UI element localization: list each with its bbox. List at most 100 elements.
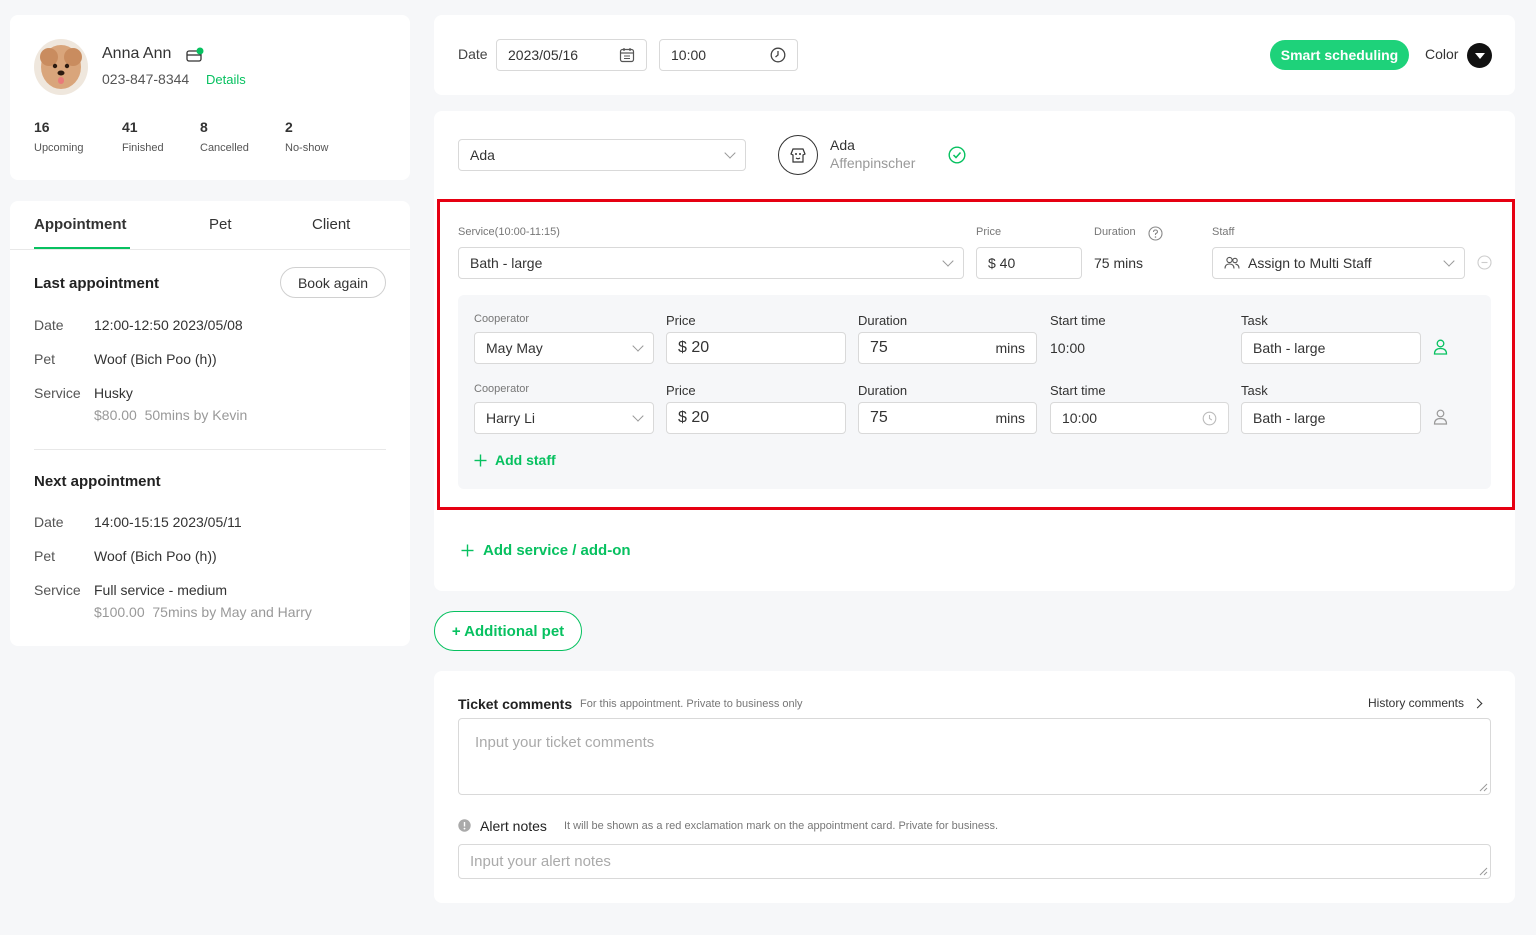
date-label: Date: [458, 46, 488, 62]
service-select-value: Bath - large: [470, 255, 543, 271]
service-price-value: $ 40: [988, 255, 1016, 271]
add-staff-button[interactable]: Add staff: [474, 452, 556, 468]
date-input[interactable]: 2023/05/16: [496, 39, 647, 71]
cooperator-duration-label: Duration: [858, 313, 908, 328]
chevron-down-icon: [942, 255, 954, 267]
history-comments-label: History comments: [1368, 696, 1465, 710]
comments-card: Ticket comments For this appointment. Pr…: [434, 671, 1515, 903]
next-pet-value: Woof (Bich Poo (h)): [94, 548, 217, 564]
next-service-detail: $100.00 75mins by May and Harry: [94, 604, 312, 620]
history-card: Appointment Pet Client Last appointment …: [10, 201, 410, 646]
cooperator-price-label: Price: [666, 383, 696, 398]
last-service-detail: $80.00 50mins by Kevin: [94, 407, 248, 423]
cooperator-duration-value: 75: [870, 339, 888, 356]
color-picker-button[interactable]: [1467, 43, 1492, 68]
cooperator-task-input[interactable]: Bath - large: [1241, 402, 1421, 434]
cooperator-start-label: Start time: [1050, 313, 1106, 328]
schedule-bar: Date 2023/05/16 10:00 Smart scheduling C…: [434, 15, 1515, 95]
service-price-input[interactable]: $ 40: [976, 247, 1082, 279]
stat-noshow-label: No-show: [285, 142, 329, 154]
tab-pet[interactable]: Pet: [209, 216, 232, 233]
add-service-button[interactable]: Add service / add-on: [461, 542, 631, 559]
service-duration-label: Duration: [1094, 226, 1136, 238]
additional-pet-button[interactable]: + Additional pet: [434, 611, 582, 651]
stat-finished-value: 41: [122, 119, 138, 135]
membership-card-icon[interactable]: [186, 47, 204, 63]
stat-cancelled-value: 8: [200, 119, 208, 135]
calendar-icon[interactable]: [619, 47, 635, 63]
details-link[interactable]: Details: [206, 72, 246, 87]
cooperator-task-label: Task: [1241, 313, 1268, 328]
last-appointment-heading: Last appointment: [34, 275, 160, 292]
tab-client[interactable]: Client: [312, 216, 350, 233]
resize-handle-icon[interactable]: [1479, 867, 1488, 876]
service-label: Service(10:00-11:15): [458, 226, 560, 238]
remove-service-icon[interactable]: [1477, 255, 1492, 270]
clock-icon: [1202, 411, 1217, 426]
client-phone: 023-847-8344: [102, 71, 190, 87]
resize-handle-icon[interactable]: [1479, 783, 1488, 792]
next-date-label: Date: [34, 514, 64, 530]
book-again-button[interactable]: Book again: [280, 267, 386, 298]
cooperator-start-input[interactable]: 10:00: [1050, 402, 1229, 434]
cooperator-duration-input[interactable]: 75 mins: [858, 332, 1037, 364]
time-value: 10:00: [671, 47, 707, 63]
chevron-down-icon: [632, 410, 644, 422]
smart-scheduling-button[interactable]: Smart scheduling: [1270, 40, 1409, 70]
cooperator-task-value: Bath - large: [1253, 340, 1326, 356]
time-input[interactable]: 10:00: [659, 39, 798, 71]
add-service-label: Add service / add-on: [483, 542, 631, 559]
cooperator-duration-label: Duration: [858, 383, 908, 398]
clock-icon[interactable]: [770, 47, 786, 63]
chevron-down-icon: [1443, 255, 1455, 267]
stat-noshow-value: 2: [285, 119, 293, 135]
ticket-comments-subtitle: For this appointment. Private to busines…: [580, 698, 803, 710]
ticket-comments-placeholder: Input your ticket comments: [475, 734, 655, 751]
person-icon[interactable]: [1433, 339, 1448, 355]
service-duration-value: 75 mins: [1094, 255, 1144, 271]
ticket-comments-title: Ticket comments: [458, 696, 573, 712]
cooperator-select[interactable]: May May: [474, 332, 654, 364]
alert-info-icon: [458, 819, 471, 832]
cooperator-start-value: 10:00: [1062, 410, 1098, 426]
chevron-down-icon: [724, 147, 736, 159]
cooperator-duration-input[interactable]: 75 mins: [858, 402, 1037, 434]
service-select[interactable]: Bath - large: [458, 247, 964, 279]
last-pet-value: Woof (Bich Poo (h)): [94, 351, 217, 367]
help-icon[interactable]: [1148, 226, 1163, 241]
last-service-value: Husky: [94, 385, 133, 401]
cooperator-price-input[interactable]: $ 20: [666, 402, 846, 434]
cooperator-select[interactable]: Harry Li: [474, 402, 654, 434]
cooperator-price-label: Price: [666, 313, 696, 328]
alert-notes-title: Alert notes: [480, 818, 547, 834]
cooperator-price-input[interactable]: $ 20: [666, 332, 846, 364]
next-pet-label: Pet: [34, 548, 56, 564]
alert-notes-placeholder: Input your alert notes: [470, 853, 611, 870]
person-icon[interactable]: [1433, 409, 1448, 425]
stat-finished-label: Finished: [122, 142, 164, 154]
color-label: Color: [1425, 46, 1459, 62]
cooperator-label: Cooperator: [474, 313, 530, 325]
staff-select-value: Assign to Multi Staff: [1248, 255, 1372, 271]
stat-cancelled-label: Cancelled: [200, 142, 249, 154]
cooperator-duration-value: 75: [870, 409, 888, 426]
cooperator-task-input[interactable]: Bath - large: [1241, 332, 1421, 364]
last-date-label: Date: [34, 317, 64, 333]
alert-notes-textarea[interactable]: Input your alert notes: [458, 844, 1491, 879]
plus-icon: [461, 544, 474, 557]
appointments-divider: [34, 449, 386, 450]
pet-select[interactable]: Ada: [458, 139, 746, 171]
history-comments-link[interactable]: History comments: [1368, 696, 1483, 710]
staff-select[interactable]: Assign to Multi Staff: [1212, 247, 1465, 279]
staff-label: Staff: [1212, 226, 1235, 238]
cooperator-start-label: Start time: [1050, 383, 1106, 398]
client-card: Anna Ann 023-847-8344 Details 16 Upcomin…: [10, 15, 410, 180]
avatar: [34, 39, 88, 95]
ticket-comments-textarea[interactable]: Input your ticket comments: [458, 718, 1491, 795]
last-pet-label: Pet: [34, 351, 56, 367]
alert-notes-subtitle: It will be shown as a red exclamation ma…: [564, 820, 999, 832]
pet-breed: Affenpinscher: [830, 155, 916, 171]
tab-appointment[interactable]: Appointment: [34, 216, 126, 233]
cooperator-price-value: $ 20: [678, 409, 710, 426]
cooperator-task-label: Task: [1241, 383, 1268, 398]
